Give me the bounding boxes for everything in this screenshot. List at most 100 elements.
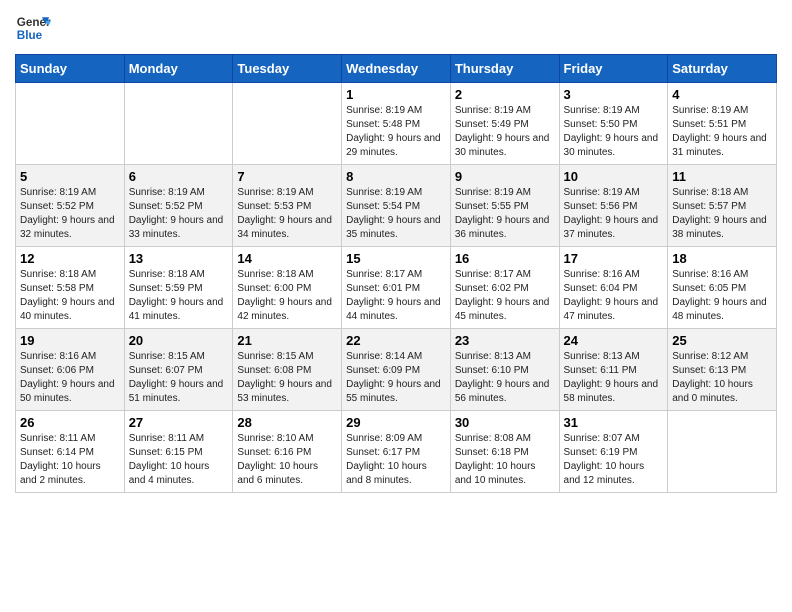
table-cell: 19 Sunrise: 8:16 AM Sunset: 6:06 PM Dayli… (16, 329, 125, 411)
day-info: Sunrise: 8:17 AM Sunset: 6:02 PM Dayligh… (455, 268, 555, 324)
day-info: Sunrise: 8:09 AM Sunset: 6:17 PM Dayligh… (346, 432, 446, 488)
table-cell: 24 Sunrise: 8:13 AM Sunset: 6:11 PM Dayli… (559, 329, 668, 411)
day-number: 10 (564, 169, 664, 184)
day-number: 17 (564, 251, 664, 266)
day-number: 8 (346, 169, 446, 184)
table-cell: 12 Sunrise: 8:18 AM Sunset: 5:58 PM Dayli… (16, 247, 125, 329)
header: General Blue (15, 10, 777, 46)
header-wednesday: Wednesday (342, 55, 451, 83)
table-cell: 8 Sunrise: 8:19 AM Sunset: 5:54 PM Daylig… (342, 165, 451, 247)
table-cell: 18 Sunrise: 8:16 AM Sunset: 6:05 PM Dayli… (668, 247, 777, 329)
table-cell: 28 Sunrise: 8:10 AM Sunset: 6:16 PM Dayli… (233, 411, 342, 493)
day-info: Sunrise: 8:19 AM Sunset: 5:53 PM Dayligh… (237, 186, 337, 242)
day-number: 26 (20, 415, 120, 430)
week-row-1: 1 Sunrise: 8:19 AM Sunset: 5:48 PM Daylig… (16, 83, 777, 165)
day-number: 21 (237, 333, 337, 348)
header-sunday: Sunday (16, 55, 125, 83)
day-info: Sunrise: 8:19 AM Sunset: 5:49 PM Dayligh… (455, 104, 555, 160)
calendar-table: SundayMondayTuesdayWednesdayThursdayFrid… (15, 54, 777, 493)
day-number: 18 (672, 251, 772, 266)
header-thursday: Thursday (450, 55, 559, 83)
table-cell: 20 Sunrise: 8:15 AM Sunset: 6:07 PM Dayli… (124, 329, 233, 411)
table-cell: 11 Sunrise: 8:18 AM Sunset: 5:57 PM Dayli… (668, 165, 777, 247)
table-cell: 17 Sunrise: 8:16 AM Sunset: 6:04 PM Dayli… (559, 247, 668, 329)
day-number: 13 (129, 251, 229, 266)
table-cell: 25Sunrise: 8:12 AM Sunset: 6:13 PM Dayli… (668, 329, 777, 411)
logo-icon: General Blue (15, 10, 51, 46)
table-cell (124, 83, 233, 165)
table-cell: 6Sunrise: 8:19 AM Sunset: 5:52 PM Daylig… (124, 165, 233, 247)
svg-text:Blue: Blue (17, 29, 43, 42)
table-cell: 10Sunrise: 8:19 AM Sunset: 5:56 PM Dayli… (559, 165, 668, 247)
table-cell: 4Sunrise: 8:19 AM Sunset: 5:51 PM Daylig… (668, 83, 777, 165)
table-cell: 9Sunrise: 8:19 AM Sunset: 5:55 PM Daylig… (450, 165, 559, 247)
table-cell (668, 411, 777, 493)
day-number: 2 (455, 87, 555, 102)
day-number: 3 (564, 87, 664, 102)
table-cell: 13 Sunrise: 8:18 AM Sunset: 5:59 PM Dayli… (124, 247, 233, 329)
day-info: Sunrise: 8:18 AM Sunset: 5:57 PM Dayligh… (672, 186, 772, 242)
table-cell (16, 83, 125, 165)
table-cell (233, 83, 342, 165)
day-number: 29 (346, 415, 446, 430)
day-number: 12 (20, 251, 120, 266)
day-info: Sunrise: 8:11 AM Sunset: 6:15 PM Dayligh… (129, 432, 229, 488)
header-row: SundayMondayTuesdayWednesdayThursdayFrid… (16, 55, 777, 83)
header-tuesday: Tuesday (233, 55, 342, 83)
day-info: Sunrise: 8:16 AM Sunset: 6:06 PM Dayligh… (20, 350, 120, 406)
table-cell: 14 Sunrise: 8:18 AM Sunset: 6:00 PM Dayli… (233, 247, 342, 329)
day-info: Sunrise: 8:16 AM Sunset: 6:05 PM Dayligh… (672, 268, 772, 324)
day-info: Sunrise: 8:12 AM Sunset: 6:13 PM Dayligh… (672, 350, 772, 406)
day-info: Sunrise: 8:18 AM Sunset: 5:58 PM Dayligh… (20, 268, 120, 324)
table-cell: 30Sunrise: 8:08 AM Sunset: 6:18 PM Dayli… (450, 411, 559, 493)
day-number: 27 (129, 415, 229, 430)
day-number: 11 (672, 169, 772, 184)
day-info: Sunrise: 8:19 AM Sunset: 5:48 PM Dayligh… (346, 104, 446, 160)
table-cell: 5Sunrise: 8:19 AM Sunset: 5:52 PM Daylig… (16, 165, 125, 247)
table-cell: 21Sunrise: 8:15 AM Sunset: 6:08 PM Dayli… (233, 329, 342, 411)
table-cell: 31Sunrise: 8:07 AM Sunset: 6:19 PM Dayli… (559, 411, 668, 493)
table-cell: 2 Sunrise: 8:19 AM Sunset: 5:49 PM Daylig… (450, 83, 559, 165)
day-number: 23 (455, 333, 555, 348)
day-info: Sunrise: 8:18 AM Sunset: 6:00 PM Dayligh… (237, 268, 337, 324)
day-info: Sunrise: 8:10 AM Sunset: 6:16 PM Dayligh… (237, 432, 337, 488)
day-number: 20 (129, 333, 229, 348)
day-info: Sunrise: 8:17 AM Sunset: 6:01 PM Dayligh… (346, 268, 446, 324)
day-info: Sunrise: 8:13 AM Sunset: 6:11 PM Dayligh… (564, 350, 664, 406)
table-cell: 23 Sunrise: 8:13 AM Sunset: 6:10 PM Dayli… (450, 329, 559, 411)
calendar-container: General Blue SundayMondayTuesdayWednesda… (0, 0, 792, 503)
day-info: Sunrise: 8:14 AM Sunset: 6:09 PM Dayligh… (346, 350, 446, 406)
day-number: 7 (237, 169, 337, 184)
day-number: 5 (20, 169, 120, 184)
day-number: 16 (455, 251, 555, 266)
week-row-3: 12 Sunrise: 8:18 AM Sunset: 5:58 PM Dayli… (16, 247, 777, 329)
week-row-4: 19 Sunrise: 8:16 AM Sunset: 6:06 PM Dayli… (16, 329, 777, 411)
day-info: Sunrise: 8:19 AM Sunset: 5:54 PM Dayligh… (346, 186, 446, 242)
table-cell: 7 Sunrise: 8:19 AM Sunset: 5:53 PM Daylig… (233, 165, 342, 247)
table-cell: 22Sunrise: 8:14 AM Sunset: 6:09 PM Dayli… (342, 329, 451, 411)
header-monday: Monday (124, 55, 233, 83)
day-number: 30 (455, 415, 555, 430)
table-cell: 16 Sunrise: 8:17 AM Sunset: 6:02 PM Dayli… (450, 247, 559, 329)
table-cell: 15Sunrise: 8:17 AM Sunset: 6:01 PM Dayli… (342, 247, 451, 329)
day-info: Sunrise: 8:13 AM Sunset: 6:10 PM Dayligh… (455, 350, 555, 406)
day-info: Sunrise: 8:11 AM Sunset: 6:14 PM Dayligh… (20, 432, 120, 488)
day-info: Sunrise: 8:19 AM Sunset: 5:55 PM Dayligh… (455, 186, 555, 242)
logo: General Blue (15, 10, 51, 46)
day-number: 1 (346, 87, 446, 102)
day-number: 31 (564, 415, 664, 430)
header-friday: Friday (559, 55, 668, 83)
day-number: 28 (237, 415, 337, 430)
table-cell: 3Sunrise: 8:19 AM Sunset: 5:50 PM Daylig… (559, 83, 668, 165)
day-info: Sunrise: 8:15 AM Sunset: 6:07 PM Dayligh… (129, 350, 229, 406)
day-number: 24 (564, 333, 664, 348)
table-cell: 1 Sunrise: 8:19 AM Sunset: 5:48 PM Daylig… (342, 83, 451, 165)
day-number: 19 (20, 333, 120, 348)
day-number: 6 (129, 169, 229, 184)
day-number: 14 (237, 251, 337, 266)
table-cell: 27 Sunrise: 8:11 AM Sunset: 6:15 PM Dayli… (124, 411, 233, 493)
day-info: Sunrise: 8:16 AM Sunset: 6:04 PM Dayligh… (564, 268, 664, 324)
day-number: 4 (672, 87, 772, 102)
day-info: Sunrise: 8:18 AM Sunset: 5:59 PM Dayligh… (129, 268, 229, 324)
header-saturday: Saturday (668, 55, 777, 83)
